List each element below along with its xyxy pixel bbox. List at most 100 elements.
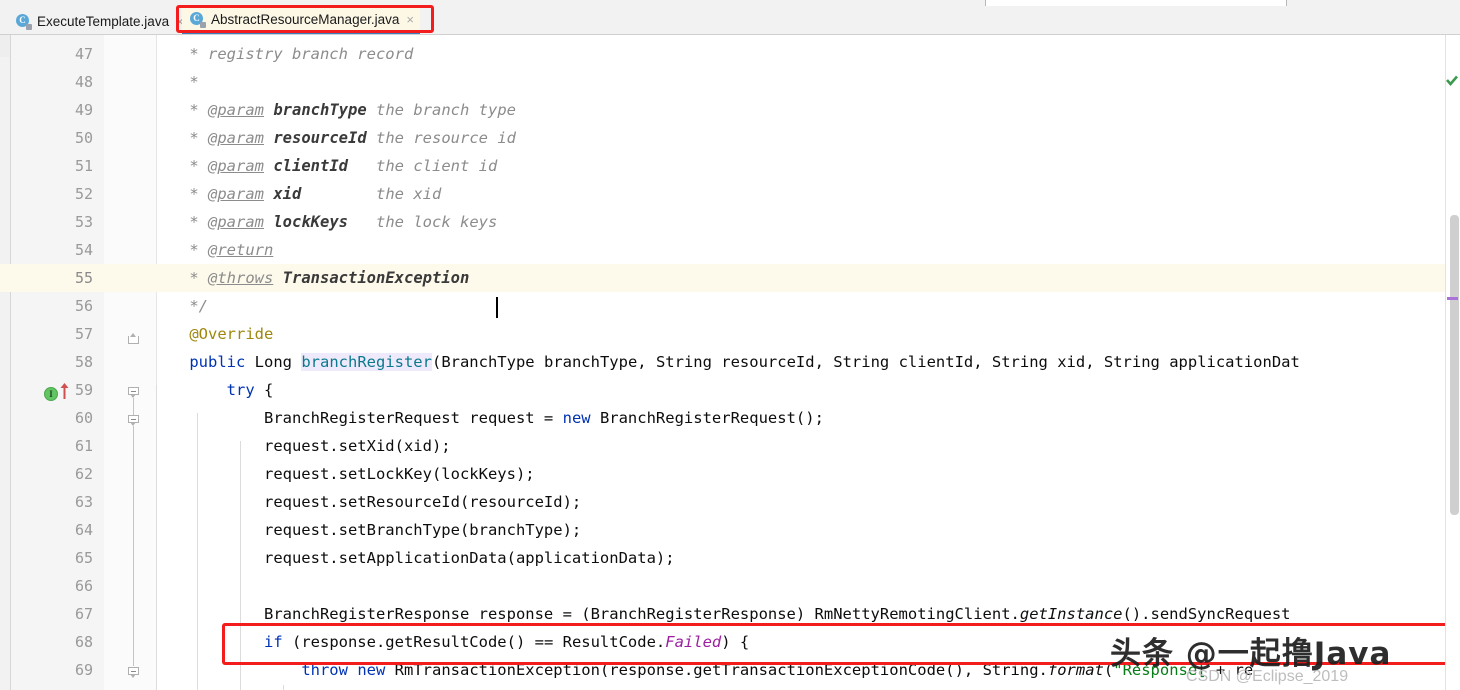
code-token: public — [189, 353, 246, 371]
code-line[interactable]: 55 * @throws TransactionException — [0, 264, 1460, 292]
code-line[interactable]: 59 try { — [0, 376, 1460, 404]
code-token: request.setXid(xid); — [152, 437, 451, 455]
code-text[interactable]: * — [152, 68, 199, 96]
line-number: 65 — [74, 549, 93, 567]
code-line[interactable]: 56 */ — [0, 292, 1460, 320]
code-text[interactable]: BranchRegisterRequest request = new Bran… — [152, 404, 824, 432]
code-text[interactable]: * @return — [152, 236, 273, 264]
editor-tab-bar: C ExecuteTemplate.java × C AbstractResou… — [0, 6, 1460, 35]
java-class-icon: C — [16, 13, 32, 30]
code-token: if — [263, 633, 283, 651]
code-text[interactable]: @Override — [152, 320, 273, 348]
code-token: (BranchType branchType, String resourceI… — [431, 353, 1300, 371]
code-token: new — [562, 409, 591, 427]
code-text[interactable]: try { — [152, 376, 274, 404]
code-line[interactable]: 70 } — [0, 684, 1460, 690]
code-line[interactable]: 69 throw new RmTransactionException(resp… — [0, 656, 1460, 684]
code-line[interactable]: 66 — [0, 572, 1460, 600]
code-token: @return — [208, 241, 274, 259]
line-number: 57 — [74, 325, 93, 343]
code-text[interactable]: * registry branch record — [152, 40, 413, 68]
code-text[interactable]: request.setLockKey(lockKeys); — [152, 460, 535, 488]
code-line[interactable]: 58 public Long branchRegister(BranchType… — [0, 348, 1460, 376]
code-text[interactable]: if (response.getResultCode() == ResultCo… — [152, 628, 749, 656]
code-text[interactable]: * @param resourceId the resource id — [152, 124, 516, 152]
code-line[interactable]: 47 * registry branch record — [0, 40, 1460, 68]
code-token: * — [189, 129, 208, 147]
vertical-scrollbar-thumb[interactable] — [1450, 215, 1459, 515]
line-number: 67 — [74, 605, 93, 623]
code-token: @param — [208, 157, 264, 175]
code-line[interactable]: 57 @Override — [0, 320, 1460, 348]
code-token: * — [189, 185, 208, 203]
code-token: * — [189, 73, 199, 91]
tab-execute-template[interactable]: C ExecuteTemplate.java × — [8, 8, 190, 34]
fold-marker-icon-68[interactable] — [128, 667, 139, 678]
code-line[interactable]: 52 * @param xid the xid — [0, 180, 1460, 208]
ide-window: C ExecuteTemplate.java × C AbstractResou… — [0, 0, 1460, 690]
code-text[interactable]: * @param xid the xid — [152, 180, 441, 208]
code-text[interactable]: request.setResourceId(resourceId); — [152, 488, 581, 516]
code-token: @throws — [208, 269, 274, 287]
editor-scroll-rail[interactable] — [1445, 35, 1460, 690]
code-line[interactable]: 67 BranchRegisterResponse response = (Br… — [0, 600, 1460, 628]
code-text[interactable]: * @param lockKeys the lock keys — [152, 208, 497, 236]
code-line[interactable]: 49 * @param branchType the branch type — [0, 96, 1460, 124]
code-line[interactable]: 54 * @return — [0, 236, 1460, 264]
code-line[interactable]: 60 BranchRegisterRequest request = new B… — [0, 404, 1460, 432]
code-line[interactable]: 62 request.setLockKey(lockKeys); — [0, 460, 1460, 488]
line-number: 61 — [74, 437, 93, 455]
code-text[interactable]: request.setBranchType(branchType); — [152, 516, 581, 544]
code-token: BranchRegisterRequest(); — [590, 409, 824, 427]
code-line[interactable]: 51 * @param clientId the client id — [0, 152, 1460, 180]
code-text[interactable]: throw new RmTransactionException(respons… — [152, 656, 1253, 684]
line-number: 53 — [74, 213, 93, 231]
code-text[interactable]: * @param branchType the branch type — [152, 96, 516, 124]
code-line[interactable]: 53 * @param lockKeys the lock keys — [0, 208, 1460, 236]
line-number: 54 — [74, 241, 93, 259]
code-text[interactable]: BranchRegisterResponse response = (Branc… — [152, 600, 1291, 628]
code-token: request.setResourceId(resourceId); — [152, 493, 582, 511]
java-class-icon: C — [190, 12, 206, 28]
code-token: * — [189, 269, 208, 287]
code-line[interactable]: 64 request.setBranchType(branchType); — [0, 516, 1460, 544]
code-text[interactable]: } — [152, 684, 273, 690]
line-number: 62 — [74, 465, 93, 483]
code-text[interactable]: request.setApplicationData(applicationDa… — [152, 544, 675, 572]
code-line[interactable]: 68 if (response.getResultCode() == Resul… — [0, 628, 1460, 656]
code-token: throw — [301, 661, 348, 679]
code-line[interactable]: 61 request.setXid(xid); — [0, 432, 1460, 460]
code-token: Long — [245, 353, 302, 371]
fold-marker-icon-59[interactable] — [128, 415, 139, 426]
inspection-ok-check-icon[interactable] — [1446, 75, 1458, 87]
implements-method-icon[interactable]: I — [44, 387, 58, 401]
fold-end-icon-56[interactable] — [128, 333, 139, 344]
tab-close-icon[interactable]: × — [406, 13, 414, 26]
code-token: * — [189, 241, 208, 259]
rail-marker-usage[interactable] — [1447, 297, 1458, 300]
code-line[interactable]: 48 * — [0, 68, 1460, 96]
line-number: 52 — [74, 185, 93, 203]
code-token: + re — [1206, 661, 1254, 679]
tab-abstract-resource-manager[interactable]: C AbstractResourceManager.java × — [182, 8, 420, 34]
code-line[interactable]: 50 * @param resourceId the resource id — [0, 124, 1460, 152]
code-line[interactable]: 65 request.setApplicationData(applicatio… — [0, 544, 1460, 572]
code-line[interactable]: 63 request.setResourceId(resourceId); — [0, 488, 1460, 516]
code-editor[interactable]: 47 * registry branch record 48 * 49 * @par… — [0, 35, 1460, 690]
fold-marker-icon-58[interactable] — [128, 387, 139, 398]
code-token: xid — [273, 185, 302, 203]
code-text[interactable]: * @throws TransactionException — [152, 264, 469, 292]
line-number: 55 — [74, 269, 93, 287]
code-text[interactable]: request.setXid(xid); — [152, 432, 451, 460]
overriding-method-arrow-icon[interactable] — [60, 383, 69, 399]
code-text[interactable]: */ — [152, 292, 208, 320]
code-text[interactable]: public Long branchRegister(BranchType br… — [152, 348, 1300, 376]
code-token: { — [254, 381, 274, 399]
code-text[interactable]: * @param clientId the client id — [152, 152, 497, 180]
